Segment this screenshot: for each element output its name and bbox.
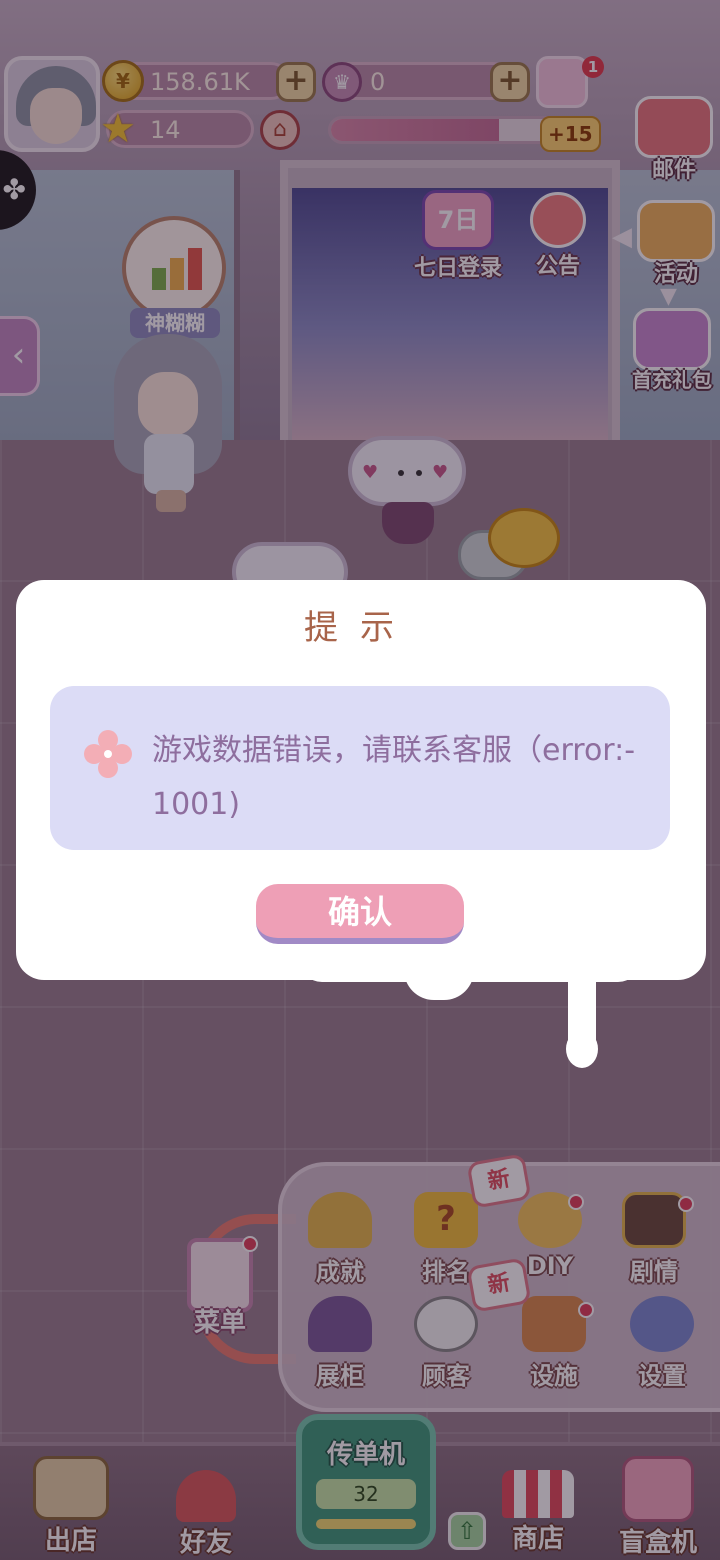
dialog-title: 提示 [304, 608, 416, 648]
game-screen: ¥ 158.61K + ♛ 0 + 1 ★ 14 ⌂ +15 邮件 活动 ▼ ◀… [0, 0, 720, 1560]
dialog-drip-decoration [300, 960, 640, 1072]
flower-icon [79, 725, 137, 783]
confirm-button[interactable]: 确认 [256, 884, 464, 944]
error-message: 游戏数据错误，请联系客服（error:-1001) [152, 733, 636, 822]
